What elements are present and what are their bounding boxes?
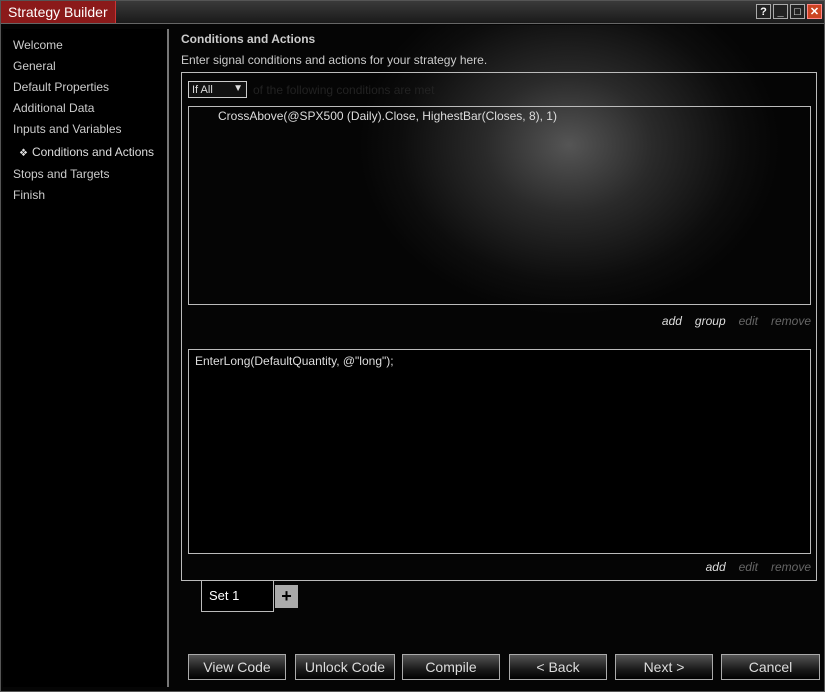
page-title: Conditions and Actions [181, 32, 316, 46]
maximize-button[interactable]: □ [790, 4, 805, 19]
tab-set-1[interactable]: Set 1 [201, 581, 274, 612]
nav-item-stops-and-targets[interactable]: Stops and Targets [13, 167, 110, 181]
condition-mode-select[interactable]: If All ▼ [188, 81, 247, 98]
add-action-link[interactable]: add [706, 560, 726, 574]
nav-item-finish[interactable]: Finish [13, 188, 45, 202]
view-code-button[interactable]: View Code [188, 654, 286, 680]
set-panel: If All ▼ of the following conditions are… [181, 72, 817, 581]
help-button[interactable]: ? [756, 4, 771, 19]
remove-condition-link[interactable]: remove [771, 314, 811, 328]
minimize-button[interactable]: _ [773, 4, 788, 19]
edit-condition-link[interactable]: edit [739, 314, 758, 328]
edit-action-link[interactable]: edit [739, 560, 758, 574]
nav-item-general[interactable]: General [13, 59, 56, 73]
nav-item-additional-data[interactable]: Additional Data [13, 101, 94, 115]
group-condition-link[interactable]: group [695, 314, 726, 328]
conditions-label: of the following conditions are met [253, 83, 435, 97]
nav-item-label: Conditions and Actions [31, 145, 155, 159]
window-title: Strategy Builder [1, 1, 116, 23]
next-button[interactable]: Next > [615, 654, 713, 680]
compile-button[interactable]: Compile [402, 654, 500, 680]
current-step-icon: ❖ [19, 148, 28, 159]
page-subtitle: Enter signal conditions and actions for … [181, 53, 488, 67]
condition-mode-value: If All [192, 84, 213, 96]
strategy-builder-window: Strategy Builder ? _ □ ✕ Welcome General… [0, 0, 825, 692]
back-button[interactable]: < Back [509, 654, 607, 680]
nav-item-conditions-and-actions[interactable]: ❖ Conditions and Actions [19, 145, 154, 159]
nav-item-welcome[interactable]: Welcome [13, 38, 63, 52]
window-controls: ? _ □ ✕ [756, 4, 822, 19]
wizard-nav-sidebar: Welcome General Default Properties Addit… [3, 29, 169, 687]
nav-item-inputs-and-variables[interactable]: Inputs and Variables [13, 122, 122, 136]
actions-links: add edit remove [706, 560, 811, 574]
title-bar: Strategy Builder ? _ □ ✕ [1, 1, 824, 24]
add-condition-link[interactable]: add [662, 314, 682, 328]
add-set-button[interactable]: + [275, 585, 298, 608]
conditions-list[interactable]: CrossAbove(@SPX500 (Daily).Close, Highes… [188, 106, 811, 305]
close-button[interactable]: ✕ [807, 4, 822, 19]
conditions-links: add group edit remove [662, 314, 811, 328]
condition-item[interactable]: CrossAbove(@SPX500 (Daily).Close, Highes… [218, 109, 557, 123]
actions-list[interactable]: EnterLong(DefaultQuantity, @"long"); [188, 349, 811, 554]
main-content: Conditions and Actions Enter signal cond… [169, 25, 824, 689]
action-item[interactable]: EnterLong(DefaultQuantity, @"long"); [195, 354, 394, 368]
nav-item-default-properties[interactable]: Default Properties [13, 80, 109, 94]
remove-action-link[interactable]: remove [771, 560, 811, 574]
unlock-code-button[interactable]: Unlock Code [295, 654, 395, 680]
chevron-down-icon: ▼ [233, 83, 243, 94]
cancel-button[interactable]: Cancel [721, 654, 820, 680]
